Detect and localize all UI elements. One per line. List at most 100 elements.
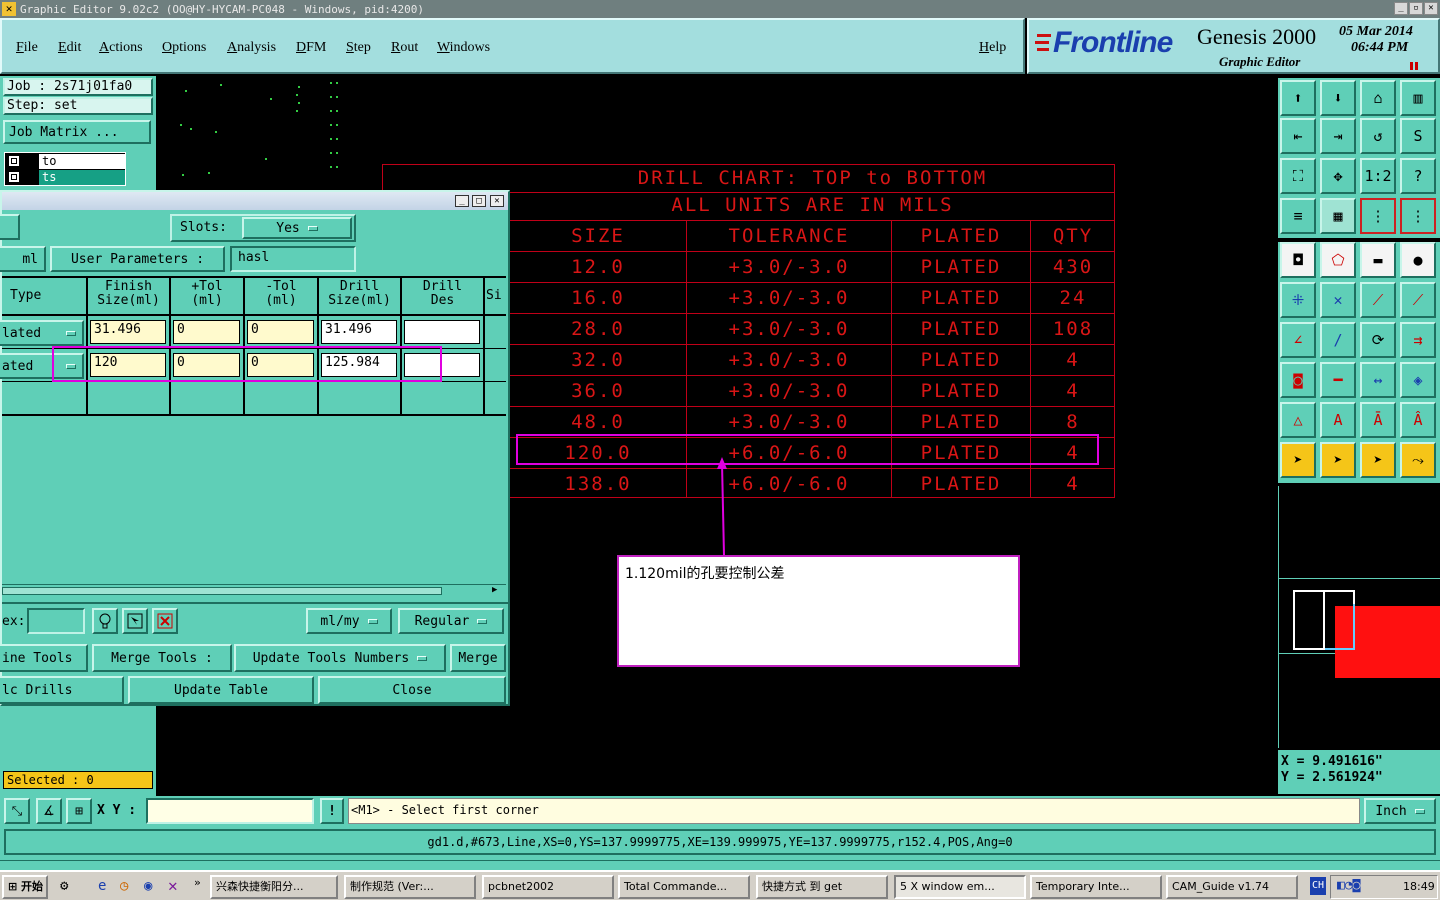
alert-icon[interactable]: ! [320,798,344,824]
plus-tol-field[interactable]: 0 [173,320,240,344]
snap-grid-icon[interactable]: ⋮ [1400,198,1436,234]
overview-map[interactable] [1278,486,1440,748]
start-button[interactable]: ⊞ 开始 [2,875,48,899]
task-button[interactable]: Temporary Inte... [1030,875,1162,899]
user-parameters-field[interactable]: hasl [230,246,356,272]
quicklaunch-icon[interactable]: ⚙ [60,878,68,894]
angle-icon[interactable]: ∠ [1280,322,1316,358]
index-field[interactable] [27,608,85,634]
task-button[interactable]: CAM_Guide v1.74 [1166,875,1298,899]
dialog-left-button[interactable] [0,214,20,240]
xy-input[interactable] [146,798,314,824]
units-button[interactable]: ml [0,246,46,272]
cursor-net-icon[interactable]: ⤳ [1400,442,1436,478]
menu-edit[interactable]: Edit [58,40,81,56]
user-parameters-button[interactable]: User Parameters : [50,246,225,272]
measure-angle-icon[interactable]: ∡ [36,798,62,824]
layer-checkbox[interactable] [8,155,20,167]
select-tool-icon[interactable] [122,608,148,634]
tray-icon[interactable]: ◧◔◙ [1337,878,1360,893]
line-end-icon[interactable]: ⟋ [1400,282,1436,318]
mode-dropdown[interactable]: Regular [398,608,504,634]
triangle-a-icon[interactable]: A [1320,402,1356,438]
x-server-icon[interactable]: ✕ [168,876,178,895]
layer-item-to[interactable]: to [39,154,125,169]
cursor-icon[interactable]: ➤ [1280,442,1316,478]
board-graphics[interactable] [160,76,350,186]
pad-icon[interactable]: ◘ [1280,242,1316,278]
menu-help[interactable]: Help [979,40,1006,56]
triangle-icon[interactable]: △ [1280,402,1316,438]
polygon-icon[interactable]: ⬠ [1320,242,1356,278]
grid-snap-icon[interactable]: ⊞ [66,798,92,824]
home-up-icon[interactable]: ⬆ [1280,80,1316,116]
menu-file[interactable]: File [16,40,38,56]
cursor-select-icon[interactable]: ➤ [1360,442,1396,478]
panel-icon[interactable]: ▥ [1400,80,1436,116]
job-matrix-button[interactable]: Job Matrix ... [3,120,151,144]
merge-button[interactable]: Merge [450,644,506,672]
delete-icon[interactable] [152,608,178,634]
nodes-icon[interactable]: ⁜ [1280,282,1316,318]
home-down-icon[interactable]: ⬇ [1320,80,1356,116]
task-button[interactable]: Total Commande... [618,875,750,899]
cursor-box-icon[interactable]: ➤ [1320,442,1356,478]
menu-options[interactable]: Options [162,40,206,56]
distance-icon[interactable]: ⇉ [1400,322,1436,358]
slash-icon[interactable]: / [1320,322,1356,358]
calc-drills-button[interactable]: lc Drills [0,676,124,704]
finish-size-field[interactable]: 31.496 [90,320,166,344]
menu-step[interactable]: Step [346,40,371,56]
horizontal-scrollbar[interactable]: ▶ [2,584,506,596]
line-point-icon[interactable]: ⟋ [1360,282,1396,318]
task-button[interactable]: pcbnet2002 [482,875,614,899]
bulb-icon[interactable] [92,608,118,634]
clock-app-icon[interactable]: ◷ [120,878,128,894]
menu-windows[interactable]: Windows [437,40,490,56]
dialog-minimize-button[interactable]: _ [455,195,469,207]
menu-actions[interactable]: Actions [99,40,143,56]
home-icon[interactable]: ⌂ [1360,80,1396,116]
ruler-icon[interactable]: ≡ [1280,198,1316,234]
dialog-close-button[interactable]: ✕ [490,195,504,207]
scale-1-2-icon[interactable]: 1:2 [1360,158,1396,194]
layer-checkbox[interactable] [8,171,20,183]
zoom-center-icon[interactable]: ✥ [1320,158,1356,194]
rotate-icon[interactable]: ↺ [1360,118,1396,154]
type-dropdown[interactable]: lated [0,320,84,346]
update-tools-numbers-dropdown[interactable]: Update Tools Numbers [234,644,446,672]
close-window-button[interactable]: ✕ [1424,2,1438,15]
grid-icon[interactable]: ▦ [1320,198,1356,234]
cross-icon[interactable]: ✕ [1320,282,1356,318]
menu-dfm[interactable]: DFM [296,40,326,56]
minus-tol-field[interactable]: 0 [247,320,314,344]
dialog-title-bar[interactable]: _ □ ✕ [2,192,508,210]
snap-icon[interactable]: ⋮ [1360,198,1396,234]
pause-icon[interactable] [1409,60,1419,70]
circle-select-icon[interactable]: ● [1400,242,1436,278]
triangle-b-icon[interactable]: Ā [1360,402,1396,438]
scroll-right-icon[interactable]: ▶ [492,585,504,595]
task-button[interactable]: 制作规范 (Ver:... [344,875,476,899]
zoom-fit-icon[interactable]: ⛶ [1280,158,1316,194]
width-icon[interactable]: ↔ [1360,362,1396,398]
drill-size-field[interactable]: 31.496 [321,320,397,344]
pan-right-icon[interactable]: ⇥ [1320,118,1356,154]
more-icon[interactable]: » [194,876,201,889]
layer-item-ts[interactable]: ts [39,170,125,185]
define-tools-button[interactable]: ine Tools [0,644,88,672]
task-button-active[interactable]: 5 X window em... [894,875,1026,899]
arc-icon[interactable]: ⟳ [1360,322,1396,358]
units-dropdown[interactable]: ml/my [306,608,392,634]
drill-des-field[interactable] [404,320,480,344]
language-indicator[interactable]: CH [1310,877,1326,895]
menu-rout[interactable]: Rout [391,40,418,56]
task-button[interactable]: 兴森快捷衡阳分... [210,875,338,899]
window-title-bar[interactable]: ✕ Graphic Editor 9.02c2 (OO@HY-HYCAM-PC0… [0,0,1440,18]
pad-point-icon[interactable]: ◙ [1280,362,1316,398]
merge-tools-button[interactable]: Merge Tools : [92,644,232,672]
triangle-c-icon[interactable]: Â [1400,402,1436,438]
browser-icon[interactable]: ◉ [144,878,152,894]
line-h-icon[interactable]: ━ [1320,362,1356,398]
measure-icon[interactable]: ▬ [1360,242,1396,278]
